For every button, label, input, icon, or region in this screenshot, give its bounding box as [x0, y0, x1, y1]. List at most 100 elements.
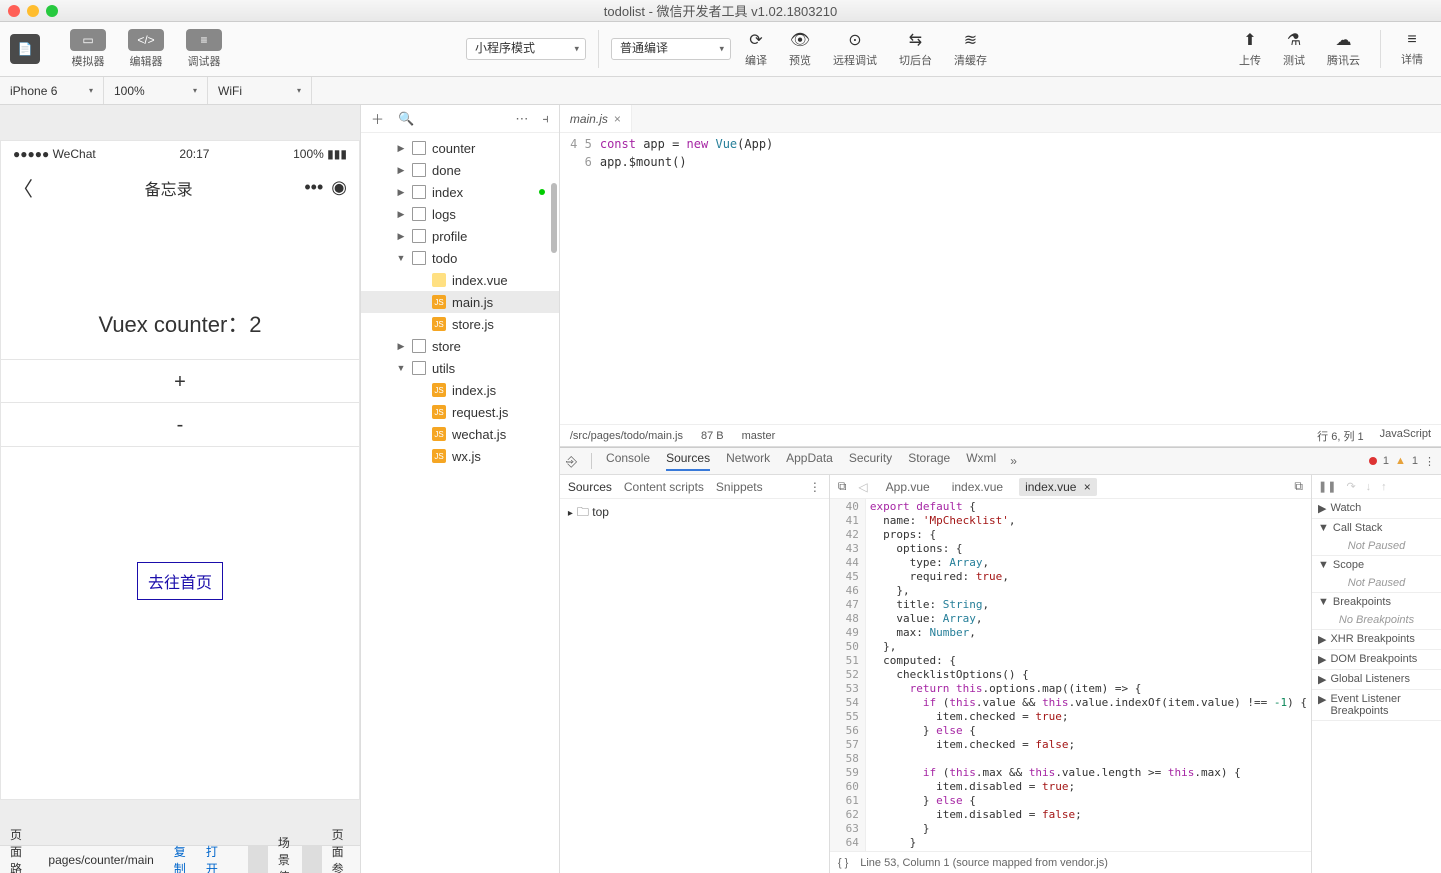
- file-index-vue[interactable]: index.vue: [361, 269, 559, 291]
- file-main-js[interactable]: JSmain.js: [361, 291, 559, 313]
- cursor-pos-label: 行 6, 列 1: [1317, 428, 1363, 444]
- target-icon[interactable]: ◉: [331, 177, 347, 198]
- menu-icon[interactable]: •••: [304, 177, 323, 198]
- devtools-code[interactable]: export default { name: 'MpChecklist', pr…: [866, 499, 1311, 851]
- devtools-tab-appdata[interactable]: AppData: [786, 451, 833, 471]
- open-link[interactable]: 打开: [196, 843, 228, 873]
- device-select[interactable]: iPhone 6▾: [0, 77, 104, 104]
- counter-label: Vuex counter：2: [1, 307, 359, 339]
- search-icon[interactable]: 🔍: [398, 111, 414, 127]
- folder-logs[interactable]: ▶logs: [361, 203, 559, 225]
- devtools-tab-network[interactable]: Network: [726, 451, 770, 471]
- zoom-select[interactable]: 100%▾: [104, 77, 208, 104]
- devtools-tab-console[interactable]: Console: [606, 451, 650, 471]
- preview-button[interactable]: 👁预览: [781, 28, 819, 70]
- inspect-icon[interactable]: ⎆: [566, 453, 577, 470]
- file-path-label: /src/pages/todo/main.js: [570, 430, 683, 442]
- editor-tab-main-js[interactable]: main.js ×: [560, 105, 632, 132]
- debugger-tab[interactable]: ≡调试器: [178, 27, 230, 71]
- file-store-js[interactable]: JSstore.js: [361, 313, 559, 335]
- folder-todo[interactable]: ▼todo: [361, 247, 559, 269]
- file-wx-js[interactable]: JSwx.js: [361, 445, 559, 467]
- maximize-window-icon[interactable]: [46, 5, 58, 17]
- page-params-label[interactable]: 页面参数: [322, 826, 360, 873]
- test-button[interactable]: ⚗测试: [1275, 28, 1313, 70]
- debug-section-call-stack[interactable]: ▼Call StackNot Paused: [1312, 519, 1441, 556]
- editor-code[interactable]: const app = new Vue(App) app.$mount(): [600, 133, 1441, 424]
- editor-tab[interactable]: </>编辑器: [120, 27, 172, 71]
- branch-label: master: [742, 430, 776, 442]
- debug-section-xhr-breakpoints[interactable]: ▶XHR Breakpoints: [1312, 630, 1441, 650]
- file-wechat-js[interactable]: JSwechat.js: [361, 423, 559, 445]
- debug-section-dom-breakpoints[interactable]: ▶DOM Breakpoints: [1312, 650, 1441, 670]
- more-icon[interactable]: ⋯: [515, 111, 528, 127]
- scrollbar[interactable]: [551, 183, 557, 253]
- format-icon[interactable]: ⧉: [1294, 479, 1303, 494]
- sources-root[interactable]: top: [592, 505, 609, 519]
- step-out-icon[interactable]: ↑: [1381, 481, 1387, 493]
- nav-title: 备忘录: [145, 176, 193, 200]
- devtools-menu-icon[interactable]: ⋮: [1424, 455, 1435, 468]
- close-tab-icon[interactable]: ×: [614, 112, 621, 126]
- nav-back-icon[interactable]: ⧉: [838, 479, 847, 494]
- decrement-button[interactable]: -: [1, 403, 359, 447]
- more-tabs-icon[interactable]: »: [1010, 454, 1017, 468]
- file-request-js[interactable]: JSrequest.js: [361, 401, 559, 423]
- folder-store[interactable]: ▶store: [361, 335, 559, 357]
- scene-label[interactable]: 场景值: [268, 834, 302, 873]
- minimize-window-icon[interactable]: [27, 5, 39, 17]
- step-over-icon[interactable]: ↷: [1346, 480, 1355, 493]
- pause-icon[interactable]: ❚❚: [1318, 480, 1336, 493]
- sources-kebab-icon[interactable]: ⋮: [809, 480, 821, 494]
- sources-subtab-sources[interactable]: Sources: [568, 480, 612, 494]
- folder-index[interactable]: ▶index: [361, 181, 559, 203]
- back-icon[interactable]: 〈: [13, 173, 33, 202]
- goto-home-button[interactable]: 去往首页: [137, 562, 223, 600]
- folder-profile[interactable]: ▶profile: [361, 225, 559, 247]
- close-source-tab-icon[interactable]: ×: [1084, 480, 1091, 494]
- clear-cache-button[interactable]: ≋清缓存: [946, 28, 995, 70]
- step-into-icon[interactable]: ↓: [1366, 481, 1372, 493]
- mode-select[interactable]: 小程序模式▾: [466, 38, 586, 60]
- debug-section-breakpoints[interactable]: ▼BreakpointsNo Breakpoints: [1312, 593, 1441, 630]
- source-tab-0[interactable]: App.vue: [880, 478, 936, 496]
- window-title: todolist - 微信开发者工具 v1.02.1803210: [604, 1, 837, 20]
- folder-done[interactable]: ▶done: [361, 159, 559, 181]
- remote-debug-button[interactable]: ⊙远程调试: [825, 28, 885, 70]
- increment-button[interactable]: +: [1, 359, 359, 403]
- debug-section-scope[interactable]: ▼ScopeNot Paused: [1312, 556, 1441, 593]
- simulator-footer: 页面路径 pages/counter/main 复制 打开 场景值 页面参数: [0, 845, 360, 873]
- devtools-gutter: 40 41 42 43 44 45 46 47 48 49 50 51 52 5…: [830, 499, 866, 851]
- source-tab-1[interactable]: index.vue: [946, 478, 1009, 496]
- devtools-tab-sources[interactable]: Sources: [666, 451, 710, 471]
- simulator-tab[interactable]: ▭模拟器: [62, 27, 114, 71]
- collapse-icon[interactable]: ⫞: [542, 111, 549, 127]
- folder-utils[interactable]: ▼utils: [361, 357, 559, 379]
- folder-counter[interactable]: ▶counter: [361, 137, 559, 159]
- compile-select[interactable]: 普通编译▾: [611, 38, 731, 60]
- sources-subtab-snippets[interactable]: Snippets: [716, 480, 763, 494]
- devtools-tab-wxml[interactable]: Wxml: [966, 451, 996, 471]
- sources-subtab-content-scripts[interactable]: Content scripts: [624, 480, 704, 494]
- cloud-button[interactable]: ☁腾讯云: [1319, 28, 1368, 70]
- debug-section-event-listener-breakpoints[interactable]: ▶Event Listener Breakpoints: [1312, 690, 1441, 721]
- debug-section-global-listeners[interactable]: ▶Global Listeners: [1312, 670, 1441, 690]
- devtools-tab-security[interactable]: Security: [849, 451, 892, 471]
- copy-link[interactable]: 复制: [164, 843, 196, 873]
- add-file-icon[interactable]: ＋: [371, 109, 384, 128]
- braces-icon[interactable]: { }: [838, 857, 848, 869]
- file-index-js[interactable]: JSindex.js: [361, 379, 559, 401]
- compile-button[interactable]: ⟳编译: [737, 28, 775, 70]
- toolbar: 📄 ▭模拟器 </>编辑器 ≡调试器 小程序模式▾ 普通编译▾ ⟳编译 👁预览 …: [0, 22, 1441, 77]
- history-icon[interactable]: ◁: [858, 480, 867, 494]
- devtools-tab-storage[interactable]: Storage: [908, 451, 950, 471]
- error-icon[interactable]: [1369, 457, 1377, 465]
- warning-icon[interactable]: ▲: [1395, 455, 1406, 467]
- background-button[interactable]: ⇆切后台: [891, 28, 940, 70]
- details-button[interactable]: ≡详情: [1393, 29, 1431, 69]
- debug-section-watch[interactable]: ▶Watch: [1312, 499, 1441, 519]
- network-select[interactable]: WiFi▾: [208, 77, 312, 104]
- upload-button[interactable]: ⬆上传: [1231, 28, 1269, 70]
- close-window-icon[interactable]: [8, 5, 20, 17]
- source-tab-2[interactable]: index.vue ×: [1019, 478, 1097, 496]
